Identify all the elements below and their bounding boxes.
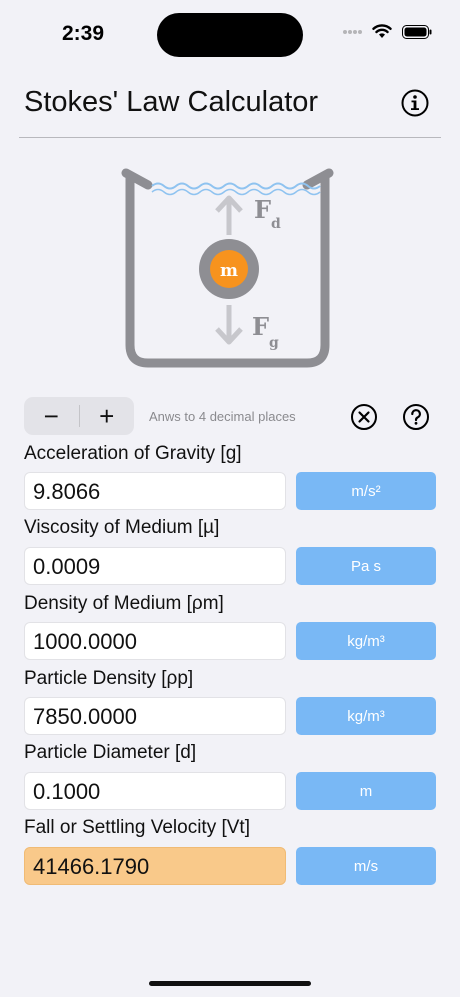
water-surface-wave	[151, 182, 321, 190]
divider	[19, 137, 441, 138]
viscosity-input[interactable]: 0.0009	[24, 547, 286, 585]
page-title: Stokes' Law Calculator	[24, 86, 319, 118]
viscosity-unit-button[interactable]: Pa s	[296, 547, 436, 585]
particle-diameter-input[interactable]: 0.1000	[24, 772, 286, 810]
status-icons	[342, 24, 432, 39]
decimal-stepper[interactable]: − +	[24, 397, 134, 435]
drag-force-arrow-icon	[215, 195, 243, 235]
cellular-signal-icon	[343, 29, 362, 34]
home-indicator	[149, 981, 311, 986]
help-icon[interactable]	[402, 403, 430, 431]
decimals-note: Anws to 4 decimal places	[149, 409, 296, 424]
field-label: Fall or Settling Velocity [Vt]	[24, 817, 250, 838]
decrease-decimals-button[interactable]: −	[24, 397, 79, 435]
drag-force-label: F	[254, 195, 271, 224]
field-label: Viscosity of Medium [µ]	[24, 517, 220, 538]
gravity-force-arrow-icon	[215, 305, 243, 345]
stokes-law-diagram: F d m F g	[121, 168, 334, 368]
navigation-bar: Stokes' Law Calculator	[0, 80, 460, 138]
gravity-unit-button[interactable]: m/s²	[296, 472, 436, 510]
gravity-force-label: F	[252, 312, 269, 341]
particle-density-input[interactable]: 7850.0000	[24, 697, 286, 735]
status-bar: 2:39	[0, 0, 460, 70]
wifi-icon	[372, 24, 392, 38]
field-label: Density of Medium [ρm]	[24, 593, 224, 614]
field-label: Acceleration of Gravity [g]	[24, 443, 242, 464]
info-circle-icon[interactable]	[400, 88, 430, 118]
settling-velocity-unit-button[interactable]: m/s	[296, 847, 436, 885]
field-label: Particle Diameter [d]	[24, 742, 197, 763]
gravity-force-subscript: g	[269, 335, 279, 351]
gravity-input[interactable]: 9.8066	[24, 472, 286, 510]
medium-density-input[interactable]: 1000.0000	[24, 622, 286, 660]
increase-decimals-button[interactable]: +	[80, 397, 135, 435]
battery-icon	[402, 24, 432, 39]
clear-icon[interactable]	[350, 403, 378, 431]
particle-diameter-unit-button[interactable]: m	[296, 772, 436, 810]
mass-label: m	[220, 261, 238, 281]
settling-velocity-result[interactable]: 41466.1790	[24, 847, 286, 885]
particle-density-unit-button[interactable]: kg/m³	[296, 697, 436, 735]
controls-row: − + Anws to 4 decimal places	[24, 397, 436, 437]
status-time: 2:39	[62, 22, 105, 45]
medium-density-unit-button[interactable]: kg/m³	[296, 622, 436, 660]
field-label: Particle Density [ρp]	[24, 668, 194, 689]
drag-force-subscript: d	[271, 216, 281, 232]
dynamic-island	[157, 13, 303, 57]
